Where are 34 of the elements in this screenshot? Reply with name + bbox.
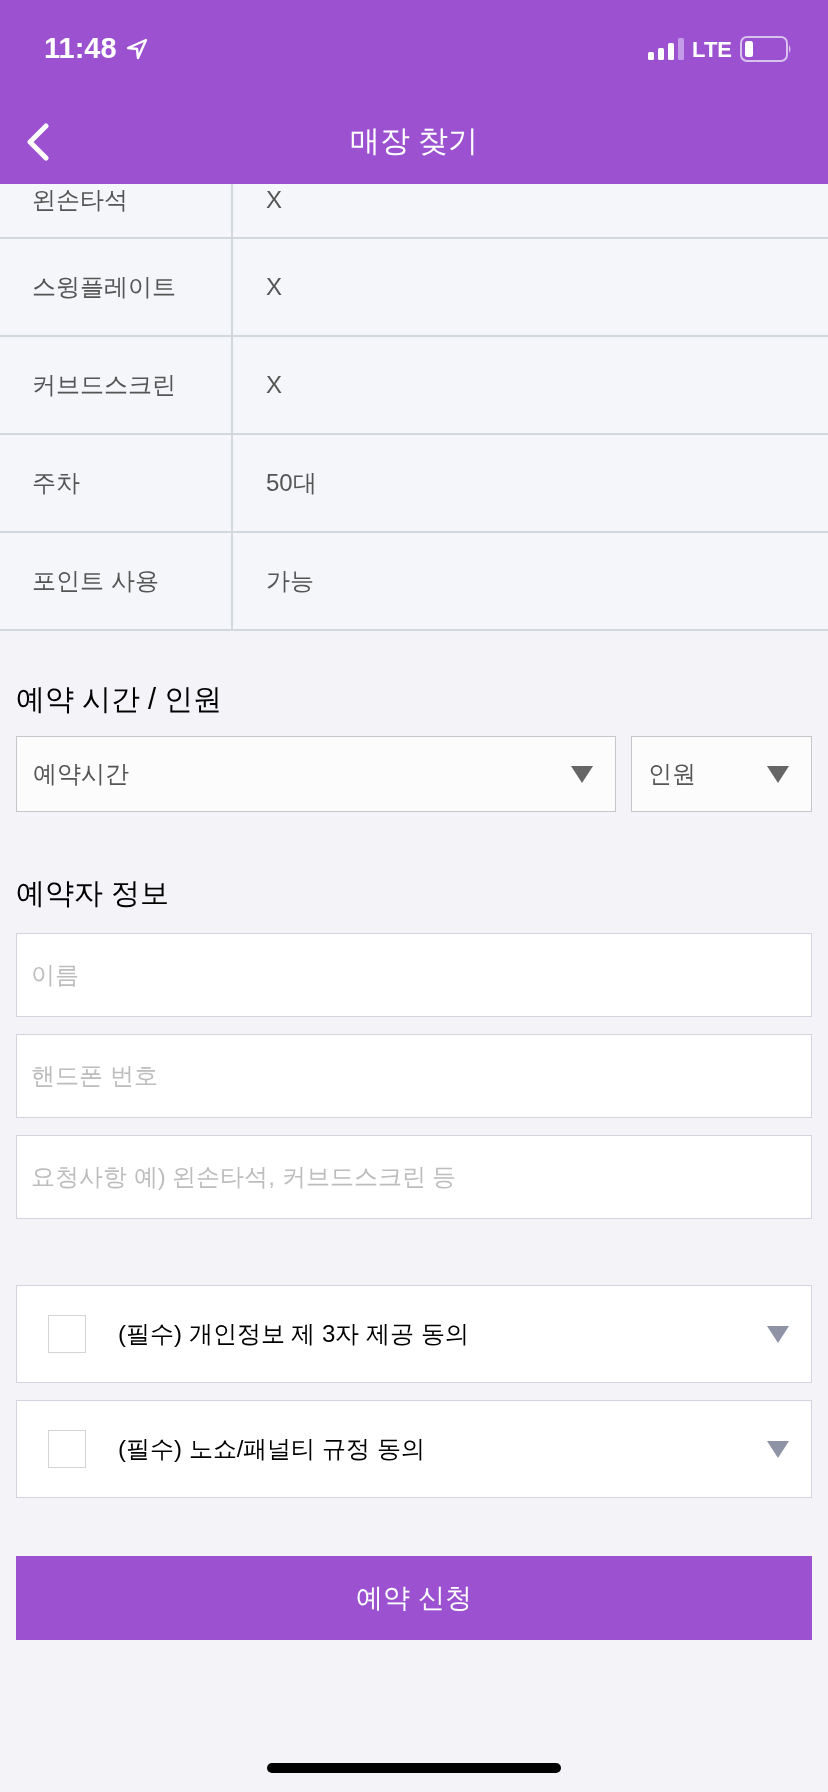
row-label: 커브드스크린 bbox=[32, 371, 176, 399]
caret-icon[interactable] bbox=[767, 1325, 789, 1343]
back-chevron-icon bbox=[26, 123, 50, 161]
row-label: 왼손타석 bbox=[32, 186, 128, 214]
row-label: 스윙플레이트 bbox=[32, 273, 176, 301]
section-heading: 예약자 정보 bbox=[16, 876, 170, 911]
caret-icon bbox=[767, 765, 789, 783]
battery-icon bbox=[740, 36, 792, 62]
time-select[interactable]: 예약시간 bbox=[16, 736, 616, 812]
network-label: LTE bbox=[692, 35, 732, 64]
agreement-label: (필수) 노쇼/패널티 규정 동의 bbox=[118, 1434, 425, 1464]
input-field[interactable]: 이름 bbox=[16, 933, 812, 1017]
location-arrow-icon bbox=[124, 37, 149, 61]
checkbox[interactable] bbox=[48, 1315, 86, 1353]
status-time: 11:48 bbox=[44, 31, 117, 67]
row-value: X bbox=[266, 186, 282, 214]
caret-icon[interactable] bbox=[767, 1440, 789, 1458]
row-value: 50대 bbox=[266, 469, 317, 497]
row-label: 포인트 사용 bbox=[32, 567, 159, 595]
row-label: 주차 bbox=[32, 469, 80, 497]
section-heading: 예약 시간 / 인원 bbox=[16, 682, 223, 717]
agreement-label: (필수) 개인정보 제 3자 제공 동의 bbox=[118, 1319, 469, 1349]
back-button[interactable] bbox=[24, 122, 52, 162]
submit-button[interactable]: 예약 신청 bbox=[16, 1556, 812, 1640]
row-value: X bbox=[266, 371, 282, 399]
row-value: 가능 bbox=[266, 567, 314, 595]
input-field[interactable]: 핸드폰 번호 bbox=[16, 1034, 812, 1118]
page-title: 매장 찾기 bbox=[349, 122, 479, 159]
row-value: X bbox=[266, 273, 282, 301]
signal-icon bbox=[648, 38, 685, 60]
people-select[interactable]: 인원 bbox=[631, 736, 812, 812]
caret-icon bbox=[571, 765, 593, 783]
checkbox[interactable] bbox=[48, 1430, 86, 1468]
input-field[interactable]: 요청사항 예) 왼손타석, 커브드스크린 등 bbox=[16, 1135, 812, 1219]
